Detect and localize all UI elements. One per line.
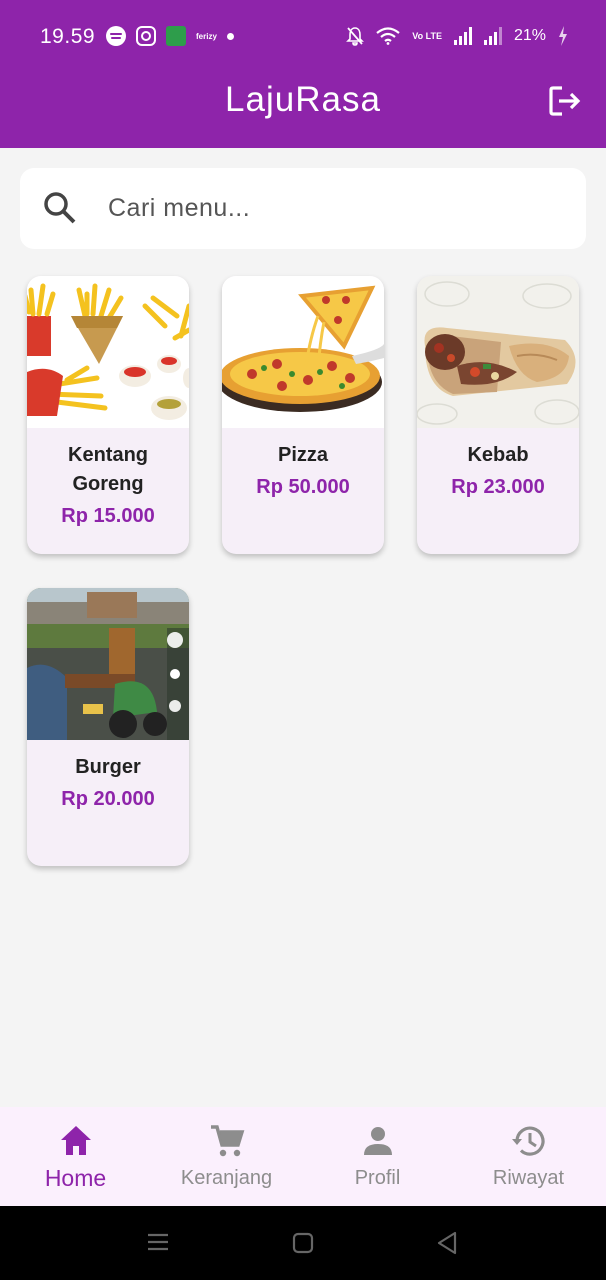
app-notification-icon [166,26,186,46]
signal-1-icon [453,27,472,45]
home-button-icon[interactable] [292,1232,314,1254]
nav-profil[interactable]: Profil [302,1107,453,1206]
app-title: LajuRasa [225,80,381,119]
pizza-image [222,276,384,428]
menu-price: Rp 15.000 [61,505,155,527]
menu-name: Pizza [277,444,329,466]
menu-name: Kentang Goreng [68,444,148,495]
person-icon [364,1127,392,1155]
menu-card[interactable]: Kebab Rp 23.000 [417,276,579,554]
menu-price: Rp 50.000 [256,476,350,498]
home-icon [61,1126,91,1155]
burger-image [27,588,189,740]
ferizy-icon: ferizy [196,31,217,41]
menu-card[interactable]: Burger Rp 20.000 [27,588,189,866]
logout-icon[interactable] [548,84,582,118]
status-bar: 19.59 ferizy Vo LTE 21% [0,0,606,74]
nav-label: Profil [354,1167,401,1189]
more-notifications-icon [226,32,234,40]
fries-image [27,276,189,428]
menu-card[interactable]: Pizza Rp 50.000 [222,276,384,554]
menu-price: Rp 23.000 [451,476,545,498]
instagram-icon [136,26,156,46]
status-time: 19.59 [40,25,96,48]
bottom-navigation: Home Keranjang Profil Riwayat [0,1107,606,1206]
charging-icon [559,26,567,46]
nav-keranjang[interactable]: Keranjang [151,1107,302,1206]
signal-2-icon [483,27,502,45]
menu-name: Burger [75,756,141,778]
kebab-image [417,276,579,428]
menu-price: Rp 20.000 [61,788,155,810]
status-notification-icons: ferizy [106,26,234,46]
app-bar: 19.59 ferizy Vo LTE 21% LajuRasa [0,0,606,148]
menu-card[interactable]: Kentang Goreng Rp 15.000 [27,276,189,554]
wifi-icon [376,27,400,45]
spotify-icon [106,26,126,46]
nav-home[interactable]: Home [0,1107,151,1206]
cart-icon [211,1125,245,1157]
menu-name: Kebab [467,444,529,466]
nav-label: Riwayat [492,1167,565,1189]
search-icon [44,192,76,224]
nav-riwayat[interactable]: Riwayat [453,1107,604,1206]
search-input[interactable] [108,168,548,249]
volte-icon: Vo LTE [412,30,442,41]
nav-label: Keranjang [180,1167,273,1189]
status-system-icons: Vo LTE 21% [346,26,568,46]
mute-bell-icon [346,27,365,46]
search-bar[interactable] [20,168,586,249]
battery-percent: 21% [513,27,546,44]
nav-label: Home [44,1165,107,1191]
history-icon [512,1126,545,1156]
recent-apps-icon[interactable] [147,1232,169,1252]
back-icon[interactable] [436,1231,458,1255]
system-navigation-bar [0,1206,606,1280]
